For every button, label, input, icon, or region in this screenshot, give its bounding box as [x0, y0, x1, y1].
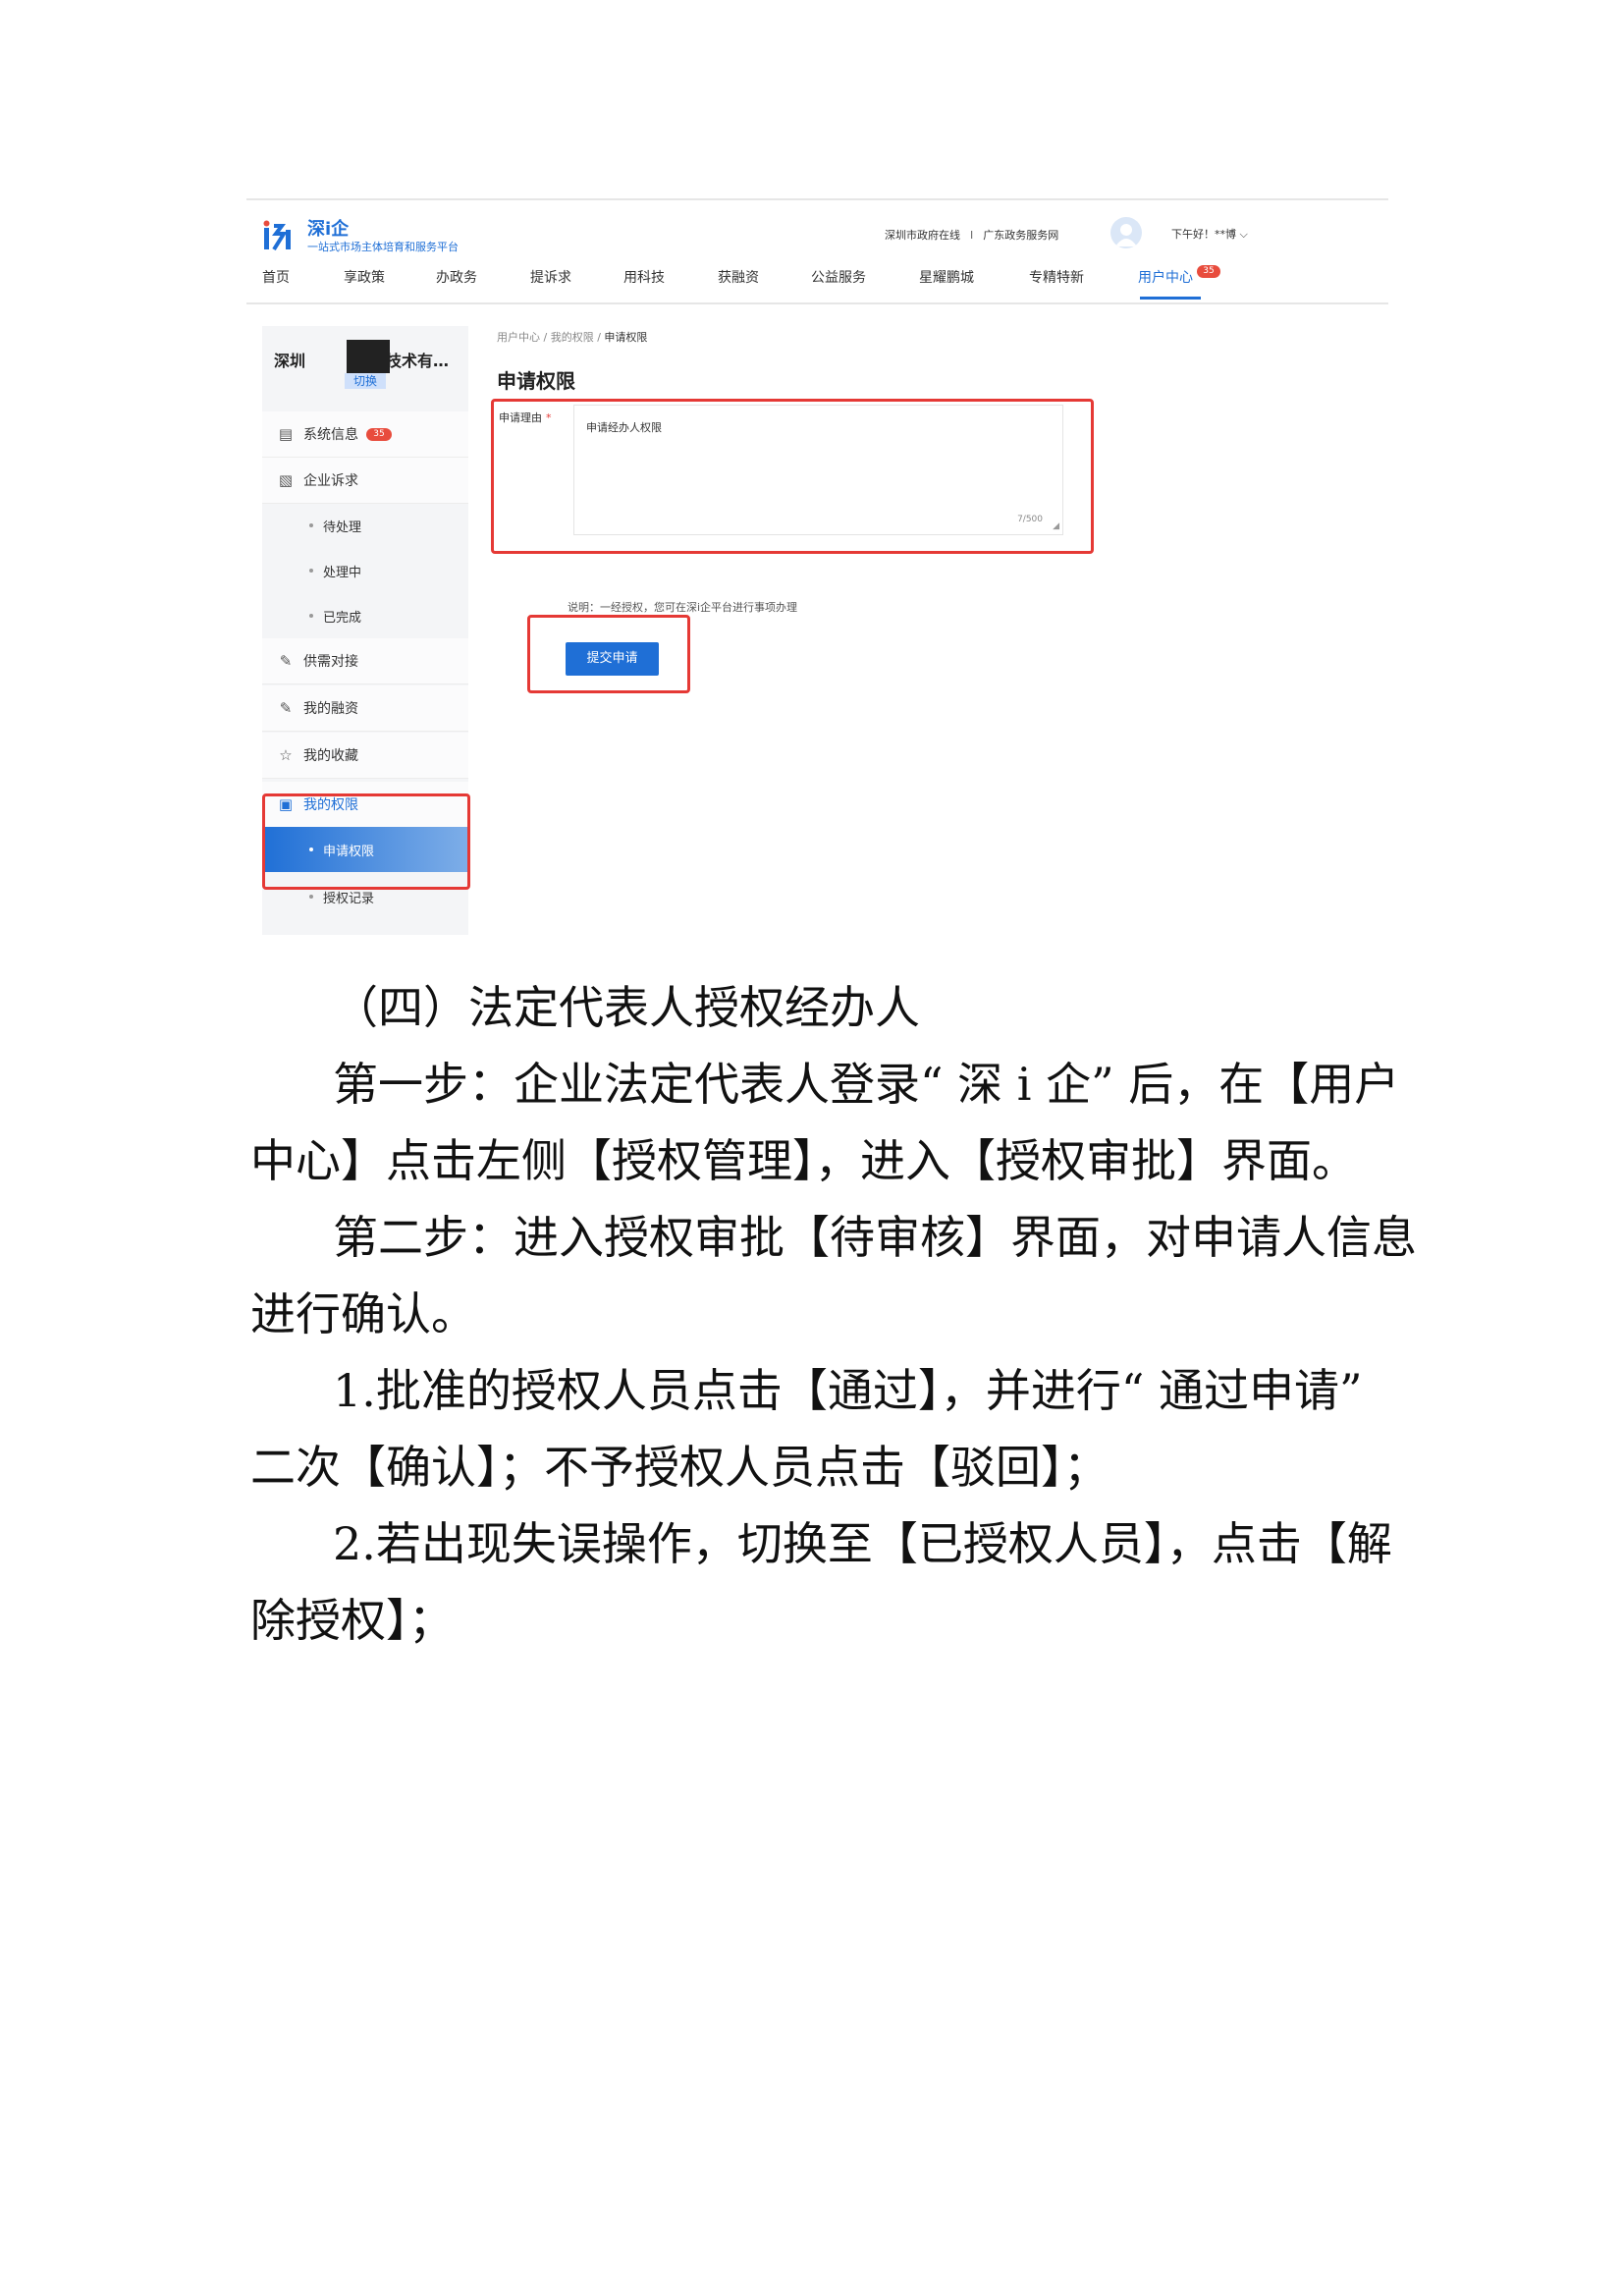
highlight-box-submit	[527, 615, 690, 693]
sidebar-item-label: 已完成	[323, 610, 362, 626]
sidebar-item-supply-demand[interactable]: ✎ 供需对接	[262, 638, 468, 684]
nav-public-service[interactable]: 公益服务	[811, 267, 866, 287]
edit-doc-icon: ✎	[279, 699, 293, 717]
highlight-box-sidebar	[262, 793, 470, 890]
avatar[interactable]	[1110, 217, 1142, 248]
page-title: 申请权限	[497, 369, 575, 393]
sidebar-item-my-finance[interactable]: ✎ 我的融资	[262, 685, 468, 732]
sidebar-item-label: 系统信息	[303, 427, 358, 443]
paragraph-line: 1.批准的授权人员点击【通过】，并进行“ 通过申请”	[333, 1364, 1363, 1417]
brand-name: 深i企	[307, 219, 350, 240]
embedded-screenshot: 深i企 一站式市场主体培育和服务平台 深圳市政府在线 I 广东政务服务网 下午好！*…	[246, 198, 1388, 935]
bullet	[309, 614, 313, 618]
redaction-block	[347, 340, 390, 373]
breadcrumb-user-center[interactable]: 用户中心	[497, 331, 540, 344]
nav-user-center[interactable]: 用户中心	[1138, 267, 1193, 287]
nav-active-underline	[1140, 297, 1201, 300]
link-guangdong-gov[interactable]: 广东政务服务网	[983, 229, 1058, 242]
edit-doc-icon: ✎	[279, 652, 293, 670]
top-links: 深圳市政府在线 I 广东政务服务网	[885, 227, 1058, 243]
nav-user-center-badge: 35	[1197, 265, 1220, 278]
company-name-suffix: 技术有…	[386, 352, 450, 370]
nav-star[interactable]: 星耀鹏城	[919, 267, 974, 287]
paragraph-line: 除授权】；	[250, 1594, 454, 1647]
sidebar-item-favorites[interactable]: ☆ 我的收藏	[262, 733, 468, 779]
paragraph-line: 中心】点击左侧【授权管理】，进入【授权审批】界面。	[250, 1134, 1357, 1187]
document-icon: ▧	[278, 471, 294, 489]
breadcrumb-current: 申请权限	[604, 331, 648, 344]
sidebar-item-label: 待处理	[323, 519, 362, 535]
link-shenzhen-gov[interactable]: 深圳市政府在线	[885, 229, 960, 242]
message-icon: ▤	[278, 425, 294, 443]
sidebar-item-processing[interactable]: 处理中	[262, 548, 468, 593]
sidebar-item-label: 处理中	[323, 565, 362, 580]
highlight-box-reason	[491, 399, 1094, 554]
link-separator: I	[970, 229, 974, 242]
sidebar-item-label: 授权记录	[323, 891, 375, 906]
sidebar-badge: 35	[366, 427, 392, 441]
paragraph-line: 二次【确认】；不予授权人员点击【驳回】；	[250, 1441, 1109, 1494]
user-greeting[interactable]: 下午好！**博 ⌵	[1171, 226, 1248, 242]
nav-divider	[246, 302, 1388, 304]
brand-subtitle: 一站式市场主体培育和服务平台	[307, 241, 459, 253]
nav-appeal[interactable]: 提诉求	[530, 267, 571, 287]
paragraph-line: 第一步：企业法定代表人登录“ 深 i 企” 后，在【用户	[333, 1058, 1400, 1111]
sidebar-item-system-info[interactable]: ▤ 系统信息 35	[262, 411, 468, 458]
breadcrumb-my-permissions[interactable]: 我的权限	[551, 331, 594, 344]
company-name-prefix: 深圳	[274, 352, 306, 370]
bullet	[309, 569, 313, 573]
switch-company-button[interactable]: 切换	[345, 373, 386, 389]
paragraph-line: 进行确认。	[250, 1287, 476, 1340]
nav-affairs[interactable]: 办政务	[436, 267, 477, 287]
instruction-note: 说明：一经授权，您可在深i企平台进行事项办理	[568, 601, 798, 614]
sidebar-item-label: 我的收藏	[303, 748, 358, 764]
user-avatar-icon	[1115, 224, 1137, 246]
logo-icon	[263, 220, 291, 251]
sidebar-item-completed[interactable]: 已完成	[262, 593, 468, 638]
sidebar-item-pending[interactable]: 待处理	[262, 503, 468, 548]
bullet	[309, 895, 313, 899]
sidebar-item-label: 供需对接	[303, 654, 358, 670]
sidebar-item-label: 我的融资	[303, 701, 358, 717]
nav-specialized[interactable]: 专精特新	[1029, 267, 1084, 287]
breadcrumb: 用户中心 / 我的权限 / 申请权限	[497, 331, 648, 344]
star-icon: ☆	[279, 746, 293, 764]
nav-finance[interactable]: 获融资	[718, 267, 759, 287]
section-heading: （四）法定代表人授权经办人	[333, 981, 920, 1034]
nav-tech[interactable]: 用科技	[623, 267, 665, 287]
top-divider	[246, 198, 1388, 200]
sidebar-item-label: 企业诉求	[303, 473, 358, 489]
bullet	[309, 523, 313, 527]
nav-policy[interactable]: 享政策	[344, 267, 385, 287]
paragraph-line: 2.若出现失误操作，切换至【已授权人员】，点击【解	[333, 1517, 1392, 1570]
nav-home[interactable]: 首页	[262, 267, 290, 287]
paragraph-line: 第二步：进入授权审批【待审核】界面，对申请人信息	[333, 1211, 1417, 1264]
sidebar-item-appeals[interactable]: ▧ 企业诉求	[262, 458, 468, 504]
